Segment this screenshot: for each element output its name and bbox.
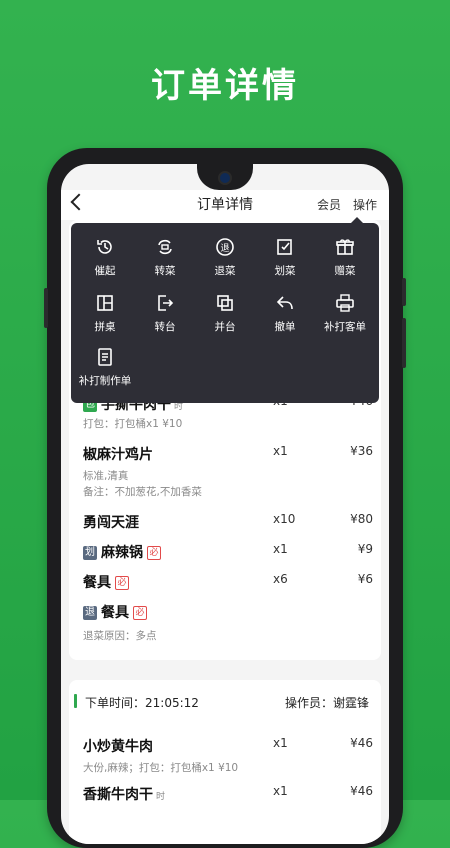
operator-name: 操作员：谢霆锋 xyxy=(284,696,369,710)
combine-table-icon xyxy=(217,295,233,311)
order-time: 下单时间：21:05:12 xyxy=(85,696,199,710)
served-tag: 划 xyxy=(83,545,97,560)
item-note: 时 xyxy=(156,792,166,802)
menu-item-transfer-dish[interactable]: 转菜 xyxy=(135,237,195,278)
power-button xyxy=(402,278,406,306)
item-price: ¥80 xyxy=(350,512,373,526)
item-sub: 标准,清真 xyxy=(83,470,129,482)
item-sub: 打包：打包桶x1 ¥10 xyxy=(83,418,183,430)
item-qty: x1 xyxy=(273,542,288,556)
required-tag: 必 xyxy=(133,605,147,620)
item-name: 勇闯天涯 xyxy=(83,515,139,531)
list-item[interactable]: 小炒黄牛肉 x1 ¥46 xyxy=(83,736,373,756)
volume-button xyxy=(44,288,48,328)
menu-item-combine-table[interactable]: 并台 xyxy=(195,293,255,334)
item-price: ¥46 xyxy=(350,736,373,750)
menu-item-label: 催起 xyxy=(94,265,116,277)
menu-item-return-dish[interactable]: 退 退菜 xyxy=(195,237,255,278)
list-item[interactable]: 餐具必 x6 ¥6 xyxy=(83,572,373,592)
list-item[interactable]: 退餐具必 xyxy=(83,602,373,622)
hero-title: 订单详情 xyxy=(151,66,299,106)
operations-button[interactable]: 操作 xyxy=(353,196,377,213)
menu-item-label: 转菜 xyxy=(154,265,176,277)
required-tag: 必 xyxy=(147,545,161,560)
item-remark: 备注：不加葱花,不加香菜 xyxy=(83,486,202,498)
list-item[interactable]: 勇闯天涯 x10 ¥80 xyxy=(83,512,373,532)
menu-item-label: 拼桌 xyxy=(94,321,116,333)
returned-tag: 退 xyxy=(83,605,97,620)
list-item[interactable]: 划麻辣锅必 x1 ¥9 xyxy=(83,542,373,562)
item-price: ¥6 xyxy=(357,572,373,586)
document-icon xyxy=(98,348,112,366)
menu-caret xyxy=(351,217,363,223)
menu-item-label: 补打客单 xyxy=(324,321,366,333)
required-tag: 必 xyxy=(115,575,129,590)
item-name: 小炒黄牛肉 xyxy=(83,739,153,755)
camera xyxy=(218,171,232,185)
list-item[interactable]: 椒麻汁鸡片 x1 ¥36 xyxy=(83,444,373,464)
menu-item-label: 退菜 xyxy=(214,265,236,277)
item-qty: x6 xyxy=(273,572,288,586)
mark-dish-icon xyxy=(277,239,292,255)
menu-item-urge[interactable]: 催起 xyxy=(75,237,135,278)
menu-item-label: 转台 xyxy=(154,321,176,333)
operations-menu: 催起 转菜 退 退菜 划菜 赠菜 拼桌 转台 并台 撤单 补打客单 补打制作单 xyxy=(71,217,379,403)
item-qty: x1 xyxy=(273,444,288,458)
printer-icon xyxy=(336,294,354,312)
gift-icon xyxy=(336,239,354,255)
item-name: 餐具 xyxy=(101,605,129,621)
item-sub: 大份,麻辣；打包：打包桶x1 ¥10 xyxy=(83,762,239,774)
menu-item-label: 并台 xyxy=(214,321,236,333)
menu-item-undo-order[interactable]: 撤单 xyxy=(255,293,315,334)
menu-item-gift[interactable]: 赠菜 xyxy=(315,237,375,278)
list-item[interactable]: 香撕牛肉干时 x1 ¥46 xyxy=(83,784,373,804)
menu-item-reprint-kitchen[interactable]: 补打制作单 xyxy=(75,347,135,388)
menu-item-label: 赠菜 xyxy=(334,265,356,277)
item-note: 时 xyxy=(174,402,184,412)
item-name: 椒麻汁鸡片 xyxy=(83,447,153,463)
item-price: ¥46 xyxy=(350,784,373,798)
navbar: 订单详情 会员 操作 xyxy=(61,190,389,220)
side-button xyxy=(402,318,406,368)
menu-item-switch-table[interactable]: 转台 xyxy=(135,293,195,334)
transfer-dish-icon xyxy=(158,239,172,255)
merge-table-icon xyxy=(97,295,113,311)
item-price: ¥9 xyxy=(357,542,373,556)
order-card: 下单时间：21:05:12 操作员：谢霆锋 小炒黄牛肉 x1 ¥46 大份,麻辣… xyxy=(69,680,381,844)
timeline-marker xyxy=(74,694,77,708)
menu-item-label: 补打制作单 xyxy=(78,375,132,387)
item-price: ¥36 xyxy=(350,444,373,458)
item-qty: x10 xyxy=(273,512,296,526)
member-button[interactable]: 会员 xyxy=(317,196,341,213)
item-name: 餐具 xyxy=(83,575,111,591)
item-name: 麻辣锅 xyxy=(101,545,143,561)
phone-screen: 订单详情 会员 操作 包手撕牛肉干时 x1 ¥46 打包：打包桶x1 ¥10 椒… xyxy=(61,164,389,844)
switch-table-icon xyxy=(158,295,174,311)
menu-item-reprint-receipt[interactable]: 补打客单 xyxy=(315,293,375,334)
svg-text:退: 退 xyxy=(220,243,229,254)
menu-item-merge-table[interactable]: 拼桌 xyxy=(75,293,135,334)
menu-item-label: 撤单 xyxy=(274,321,296,333)
menu-item-mark-dish[interactable]: 划菜 xyxy=(255,237,315,278)
item-name: 香撕牛肉干 xyxy=(83,787,153,803)
undo-icon xyxy=(276,296,293,310)
menu-item-label: 划菜 xyxy=(274,265,296,277)
return-dish-icon: 退 xyxy=(216,238,234,256)
clock-rewind-icon xyxy=(97,240,112,254)
item-qty: x1 xyxy=(273,736,288,750)
phone-frame: 订单详情 会员 操作 包手撕牛肉干时 x1 ¥46 打包：打包桶x1 ¥10 椒… xyxy=(44,148,406,848)
return-reason: 退菜原因：多点 xyxy=(83,630,157,642)
item-qty: x1 xyxy=(273,784,288,798)
